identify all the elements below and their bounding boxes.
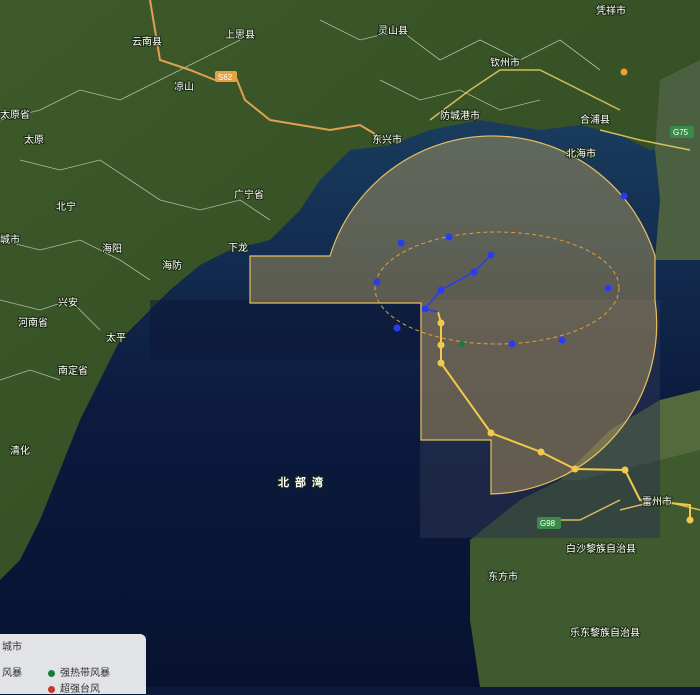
label-nanding-prov: 南定省 bbox=[58, 364, 88, 377]
label-city-left: 城市 bbox=[0, 233, 20, 246]
label-qinghua: 清化 bbox=[10, 444, 30, 457]
label-haiyang: 海阳 bbox=[102, 242, 122, 255]
svg-text:S62: S62 bbox=[218, 73, 233, 82]
track-point bbox=[437, 341, 445, 349]
road-shield-g75: G75 bbox=[670, 126, 694, 138]
legend-header: 城市 bbox=[2, 642, 22, 653]
intensity-legend: 城市 风暴 强热带风暴 超强台风 bbox=[0, 634, 146, 695]
track-point bbox=[686, 516, 694, 524]
forecast-point bbox=[487, 251, 495, 259]
forecast-point bbox=[620, 192, 628, 200]
track-point bbox=[487, 429, 495, 437]
legend-item-strong-tropical-storm: 强热带风暴 bbox=[48, 664, 110, 679]
forecast-point bbox=[470, 268, 478, 276]
current-position-marker[interactable] bbox=[459, 341, 465, 347]
city-marker-orange bbox=[620, 68, 628, 76]
label-ledong: 乐东黎族自治县 bbox=[570, 626, 640, 639]
label-liangshan: 凉山 bbox=[174, 80, 194, 93]
label-pubei: 合浦县 bbox=[580, 113, 610, 126]
forecast-point bbox=[445, 233, 453, 241]
label-leizhou: 雷州市 bbox=[642, 495, 672, 508]
forecast-point bbox=[373, 278, 381, 286]
label-beining: 北宁 bbox=[56, 200, 76, 213]
track-point bbox=[621, 466, 629, 474]
label-taiyuan: 太原 bbox=[24, 133, 44, 146]
eastern-land bbox=[655, 60, 700, 260]
green-dot-icon bbox=[48, 669, 55, 677]
label-dongxing: 东兴市 bbox=[372, 133, 402, 146]
label-henan-prov: 河南省 bbox=[18, 316, 48, 329]
svg-text:G75: G75 bbox=[673, 128, 689, 137]
typhoon-track-map[interactable]: 云南县 上思县 灵山县 凭祥市 钦州市 凉山 太原省 太原 防城港市 合浦县 东… bbox=[0, 0, 700, 687]
label-taiping: 太平 bbox=[106, 331, 126, 344]
track-point bbox=[437, 359, 445, 367]
forecast-point bbox=[604, 284, 612, 292]
label-beihai: 北海市 bbox=[566, 147, 596, 160]
label-lingshan: 灵山县 bbox=[378, 25, 408, 37]
label-taiyuan-prov: 太原省 bbox=[0, 108, 30, 121]
track-point bbox=[537, 448, 545, 456]
label-dongfang: 东方市 bbox=[488, 570, 518, 583]
label-yunan: 云南县 bbox=[132, 35, 162, 48]
label-guangning-prov: 广宁省 bbox=[234, 188, 264, 201]
label-qinzhou: 钦州市 bbox=[490, 56, 520, 69]
road-shield-g98: G98 bbox=[537, 517, 561, 529]
label-xialong: 下龙 bbox=[228, 241, 248, 254]
svg-text:G98: G98 bbox=[540, 519, 556, 528]
legend-item-storm: 风暴 bbox=[2, 668, 22, 679]
label-baisha: 白沙黎族自治县 bbox=[566, 542, 636, 555]
forecast-point bbox=[558, 336, 566, 344]
road-shield-s62: S62 bbox=[215, 71, 237, 82]
track-point bbox=[571, 465, 579, 473]
label-haifang: 海防 bbox=[162, 259, 182, 272]
track-point bbox=[437, 319, 445, 327]
label-shangsi: 上思县 bbox=[225, 29, 255, 41]
forecast-point bbox=[421, 305, 429, 313]
forecast-point bbox=[393, 324, 401, 332]
forecast-point bbox=[508, 340, 516, 348]
satellite-tile-dark2 bbox=[150, 300, 420, 360]
forecast-point bbox=[397, 239, 405, 247]
forecast-point bbox=[437, 286, 445, 294]
label-xingan: 兴安 bbox=[58, 296, 78, 309]
label-fangchenggang: 防城港市 bbox=[440, 109, 480, 122]
legend-item-super-typhoon: 超强台风 bbox=[48, 680, 100, 695]
label-beibuwan: 北部湾 bbox=[278, 475, 329, 489]
label-pubei-top: 凭祥市 bbox=[596, 4, 626, 17]
